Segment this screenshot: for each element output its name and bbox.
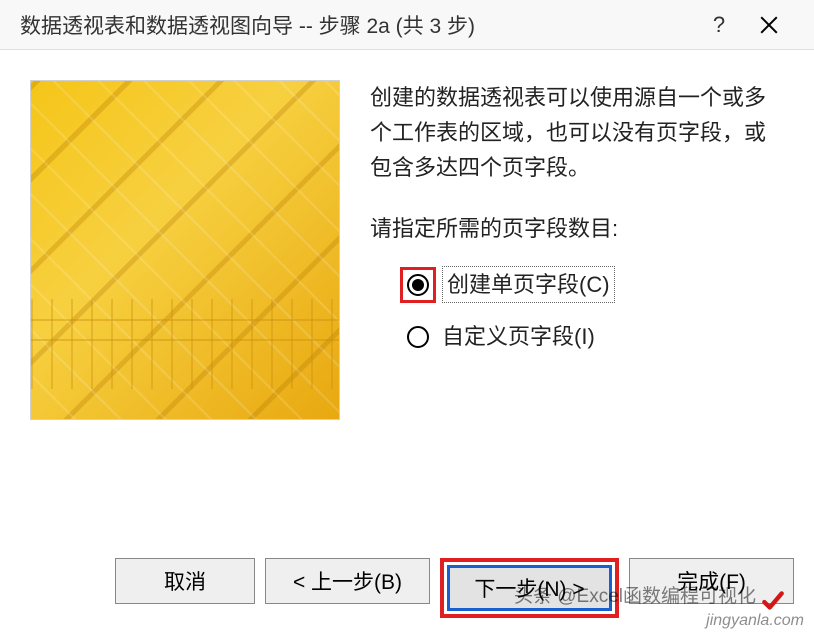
close-button[interactable] bbox=[744, 5, 794, 45]
back-button-wrap: < 上一步(B) bbox=[265, 558, 430, 618]
radio-dot-icon bbox=[412, 279, 424, 291]
options-panel: 创建的数据透视表可以使用源自一个或多个工作表的区域，也可以没有页字段，或包含多达… bbox=[370, 80, 784, 420]
watermark-text-2: jingyanla.com bbox=[706, 612, 804, 630]
wizard-illustration bbox=[30, 80, 340, 420]
checkmark-badge-icon bbox=[760, 588, 786, 614]
dialog-content: 创建的数据透视表可以使用源自一个或多个工作表的区域，也可以没有页字段，或包含多达… bbox=[0, 50, 814, 440]
radio-indicator bbox=[400, 319, 436, 355]
page-field-radio-group: 创建单页字段(C) 自定义页字段(I) bbox=[370, 261, 784, 361]
cancel-button[interactable]: 取消 bbox=[115, 558, 255, 604]
radio-custom-page-field[interactable]: 自定义页字段(I) bbox=[400, 313, 784, 361]
radio-circle-icon bbox=[407, 274, 429, 296]
radio-circle-icon bbox=[407, 326, 429, 348]
radio-indicator bbox=[400, 267, 436, 303]
radio-label: 创建单页字段(C) bbox=[442, 266, 615, 303]
description-text: 创建的数据透视表可以使用源自一个或多个工作表的区域，也可以没有页字段，或包含多达… bbox=[370, 80, 784, 186]
close-icon bbox=[760, 16, 778, 34]
watermark-text-1: 头条 @Excel函数编程可视化 bbox=[514, 581, 756, 608]
help-icon: ? bbox=[713, 12, 725, 38]
radio-create-single-page-field[interactable]: 创建单页字段(C) bbox=[400, 261, 784, 309]
cancel-button-wrap: 取消 bbox=[115, 558, 255, 618]
help-button[interactable]: ? bbox=[694, 5, 744, 45]
back-button[interactable]: < 上一步(B) bbox=[265, 558, 430, 604]
radio-label: 自定义页字段(I) bbox=[442, 319, 595, 354]
titlebar: 数据透视表和数据透视图向导 -- 步骤 2a (共 3 步) ? bbox=[0, 0, 814, 50]
window-title: 数据透视表和数据透视图向导 -- 步骤 2a (共 3 步) bbox=[20, 10, 694, 40]
prompt-text: 请指定所需的页字段数目: bbox=[370, 211, 784, 246]
